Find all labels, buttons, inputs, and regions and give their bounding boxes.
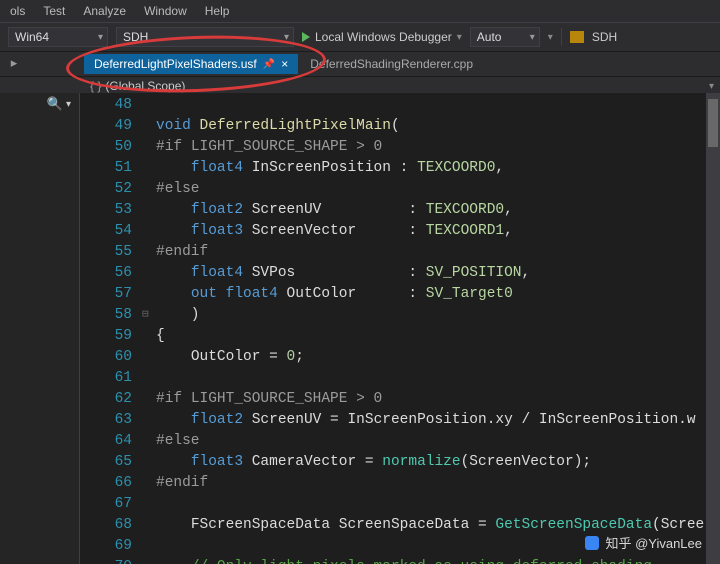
platform-dropdown[interactable]: Win64 xyxy=(8,27,108,47)
solution-explorer-panel: 🔍 ▾ xyxy=(0,93,80,564)
search-icon: 🔍 xyxy=(47,96,63,112)
fold-column[interactable]: ⊟ xyxy=(142,93,156,564)
toolbar: Win64 SDH Local Windows Debugger ▾ Auto … xyxy=(0,23,720,52)
close-icon[interactable]: × xyxy=(281,57,288,71)
chevron-down-icon[interactable]: ▾ xyxy=(709,81,714,92)
toggle-panel-icon[interactable]: ▸ xyxy=(6,56,22,72)
main-area: 🔍 ▾ 484950515253545556575859606162636465… xyxy=(0,93,720,564)
menu-item[interactable]: Test xyxy=(43,4,65,18)
start-debug-button[interactable]: Local Windows Debugger ▾ xyxy=(302,30,462,44)
tab-strip: DeferredLightPixelShaders.usf 📌 × Deferr… xyxy=(84,54,720,74)
toolbar-right-label: SDH xyxy=(592,30,617,44)
pin-icon[interactable]: 📌 xyxy=(263,59,275,70)
menu-item[interactable]: Window xyxy=(144,4,187,18)
tabs-row: ▸ DeferredLightPixelShaders.usf 📌 × Defe… xyxy=(0,52,720,76)
layout-icon[interactable] xyxy=(570,31,584,43)
search-button[interactable]: 🔍 ▾ xyxy=(47,96,71,112)
menu-item[interactable]: ols xyxy=(10,4,25,18)
tab-inactive[interactable]: DeferredShadingRenderer.cpp xyxy=(300,54,483,74)
menu-item[interactable]: Analyze xyxy=(83,4,126,18)
line-number-gutter: 4849505152535455565758596061626364656667… xyxy=(80,93,142,564)
separator xyxy=(561,28,562,46)
play-icon xyxy=(302,32,310,42)
tab-label: DeferredLightPixelShaders.usf xyxy=(94,57,257,71)
scrollbar-vertical[interactable] xyxy=(706,93,720,564)
scrollbar-thumb[interactable] xyxy=(708,99,718,147)
scope-label: (Global Scope) xyxy=(105,79,185,93)
menu-bar: ols Test Analyze Window Help xyxy=(0,0,720,23)
tab-label: DeferredShadingRenderer.cpp xyxy=(310,57,473,71)
brace-icon: { } xyxy=(90,79,101,93)
menu-item[interactable]: Help xyxy=(205,4,230,18)
debugger-label: Local Windows Debugger xyxy=(315,30,452,44)
code-content[interactable]: void DeferredLightPixelMain(#if LIGHT_SO… xyxy=(156,93,704,564)
code-editor[interactable]: 4849505152535455565758596061626364656667… xyxy=(80,93,720,564)
mode-dropdown[interactable]: Auto xyxy=(470,27,540,47)
config-dropdown[interactable]: SDH xyxy=(116,27,294,47)
tab-active[interactable]: DeferredLightPixelShaders.usf 📌 × xyxy=(84,54,298,74)
